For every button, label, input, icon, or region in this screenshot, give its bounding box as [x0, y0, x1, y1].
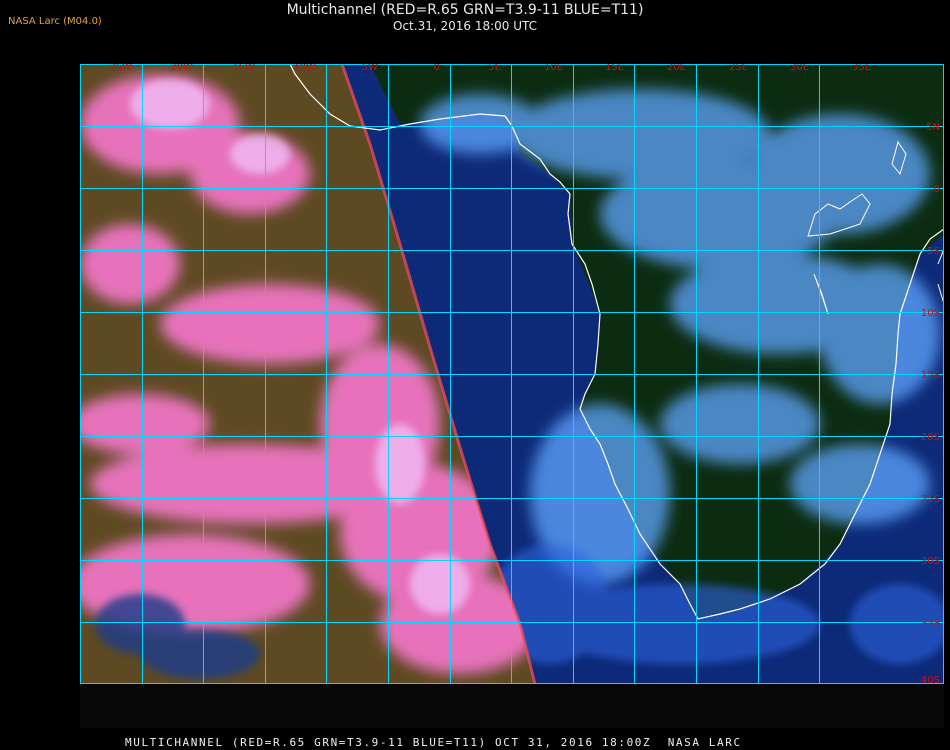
footer-caption: MULTICHANNEL (RED=R.65 GRN=T3.9-11 BLUE=… — [125, 736, 742, 749]
title-line: Multichannel (RED=R.65 GRN=T3.9-11 BLUE=… — [286, 2, 644, 18]
latitude-label: 35S — [921, 618, 940, 629]
latitude-label: 5S — [927, 246, 940, 257]
subtitle-line: Oct.31, 2016 18:00 UTC — [393, 19, 537, 33]
longitude-label: 20W — [170, 64, 193, 73]
latitude-label: 25S — [921, 494, 940, 505]
latitude-label: 5N — [926, 122, 940, 133]
longitude-label: 25W — [109, 64, 132, 73]
longitude-label: 5W — [362, 64, 378, 73]
longitude-label: 0 — [434, 64, 440, 73]
image-title: Multichannel (RED=R.65 GRN=T3.9-11 BLUE=… — [0, 2, 930, 34]
latitude-label: 15S — [921, 370, 940, 381]
satellite-map: 25W 20W 15W 10W 5W 0 5E 10E 15E 20E 25E 30E 35E 5N 0 5… — [80, 64, 944, 684]
longitude-label: 25E — [729, 64, 748, 73]
latitude-label: 40S — [921, 675, 940, 684]
longitude-label: 15W — [232, 64, 255, 73]
longitude-label: 5E — [488, 64, 501, 73]
longitude-label: 15E — [605, 64, 624, 73]
latitude-label: 20S — [921, 432, 940, 443]
latitude-label: 0 — [934, 184, 940, 195]
latitude-label: 10S — [921, 308, 940, 319]
latitude-label: 30S — [921, 556, 940, 567]
longitude-label: 20E — [667, 64, 686, 73]
longitude-label: 30E — [790, 64, 809, 73]
longitude-label: 35E — [852, 64, 871, 73]
longitude-label: 10E — [544, 64, 563, 73]
longitude-label: 10W — [293, 64, 316, 73]
